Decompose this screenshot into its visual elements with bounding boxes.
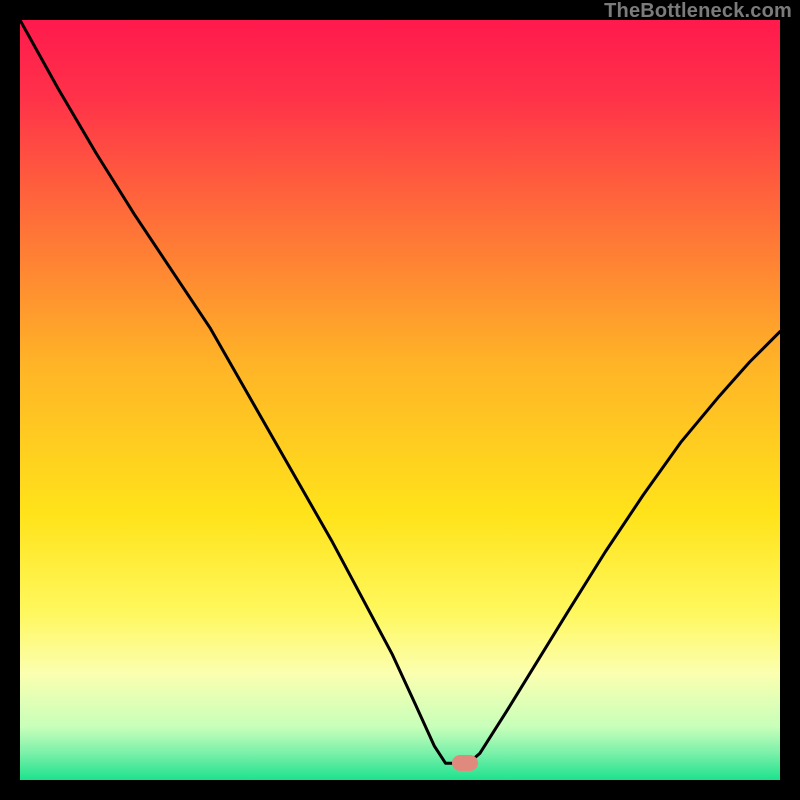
chart-frame: TheBottleneck.com (0, 0, 800, 800)
plot-area (20, 20, 780, 780)
bottleneck-curve (20, 20, 780, 780)
optimal-point-marker (452, 755, 478, 771)
